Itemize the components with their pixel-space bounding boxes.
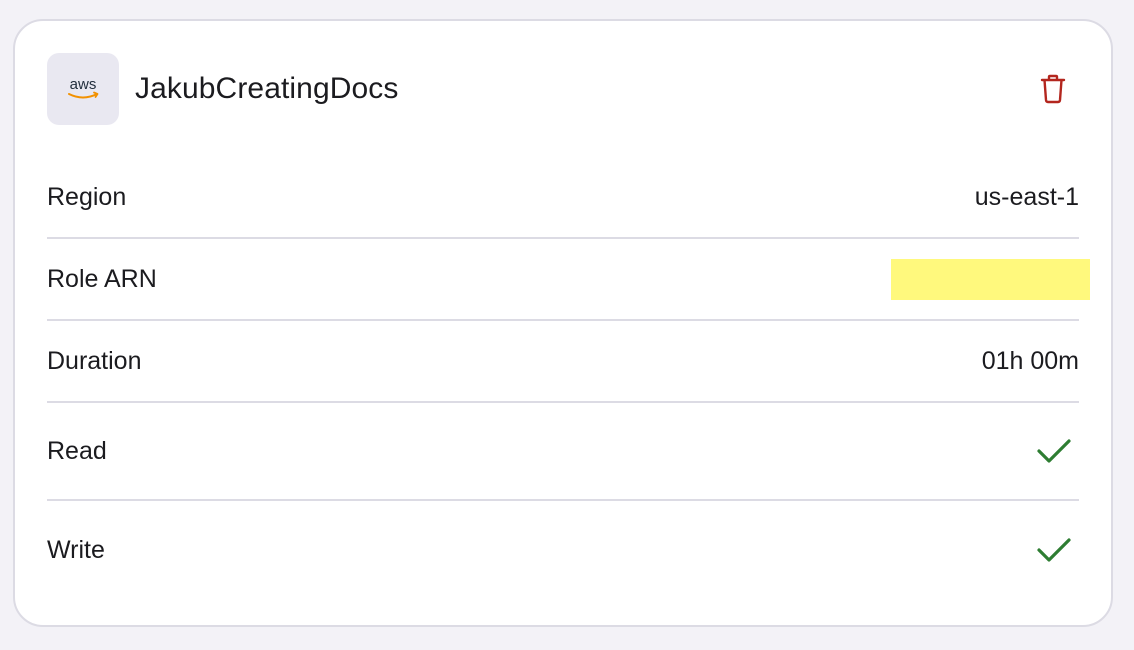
trash-icon [1040,74,1066,104]
svg-text:aws: aws [70,76,97,93]
duration-label: Duration [47,346,142,375]
check-icon [1035,531,1073,569]
card-header: aws JakubCreatingDocs [47,53,1079,125]
region-value: us-east-1 [974,182,1079,211]
read-row: Read [47,403,1079,501]
aws-logo: aws [47,53,119,125]
role-arn-redacted-value [891,258,1090,300]
write-label: Write [47,535,105,564]
aws-logo-icon: aws [68,76,99,99]
check-icon [1035,432,1073,470]
connection-card: aws JakubCreatingDocs Region us-east-1 R… [13,19,1113,627]
connection-name: JakubCreatingDocs [135,72,399,105]
duration-row: Duration 01h 00m [47,321,1079,403]
connection-details: Region us-east-1 Role ARN Duration 01h 0… [47,157,1090,599]
write-row: Write [47,501,1079,599]
role-arn-row: Role ARN [47,239,1090,321]
region-row: Region us-east-1 [47,157,1079,239]
delete-button[interactable] [1034,70,1072,108]
read-label: Read [47,436,107,465]
region-label: Region [47,182,127,211]
duration-value: 01h 00m [981,346,1079,375]
role-arn-label: Role ARN [47,264,157,293]
